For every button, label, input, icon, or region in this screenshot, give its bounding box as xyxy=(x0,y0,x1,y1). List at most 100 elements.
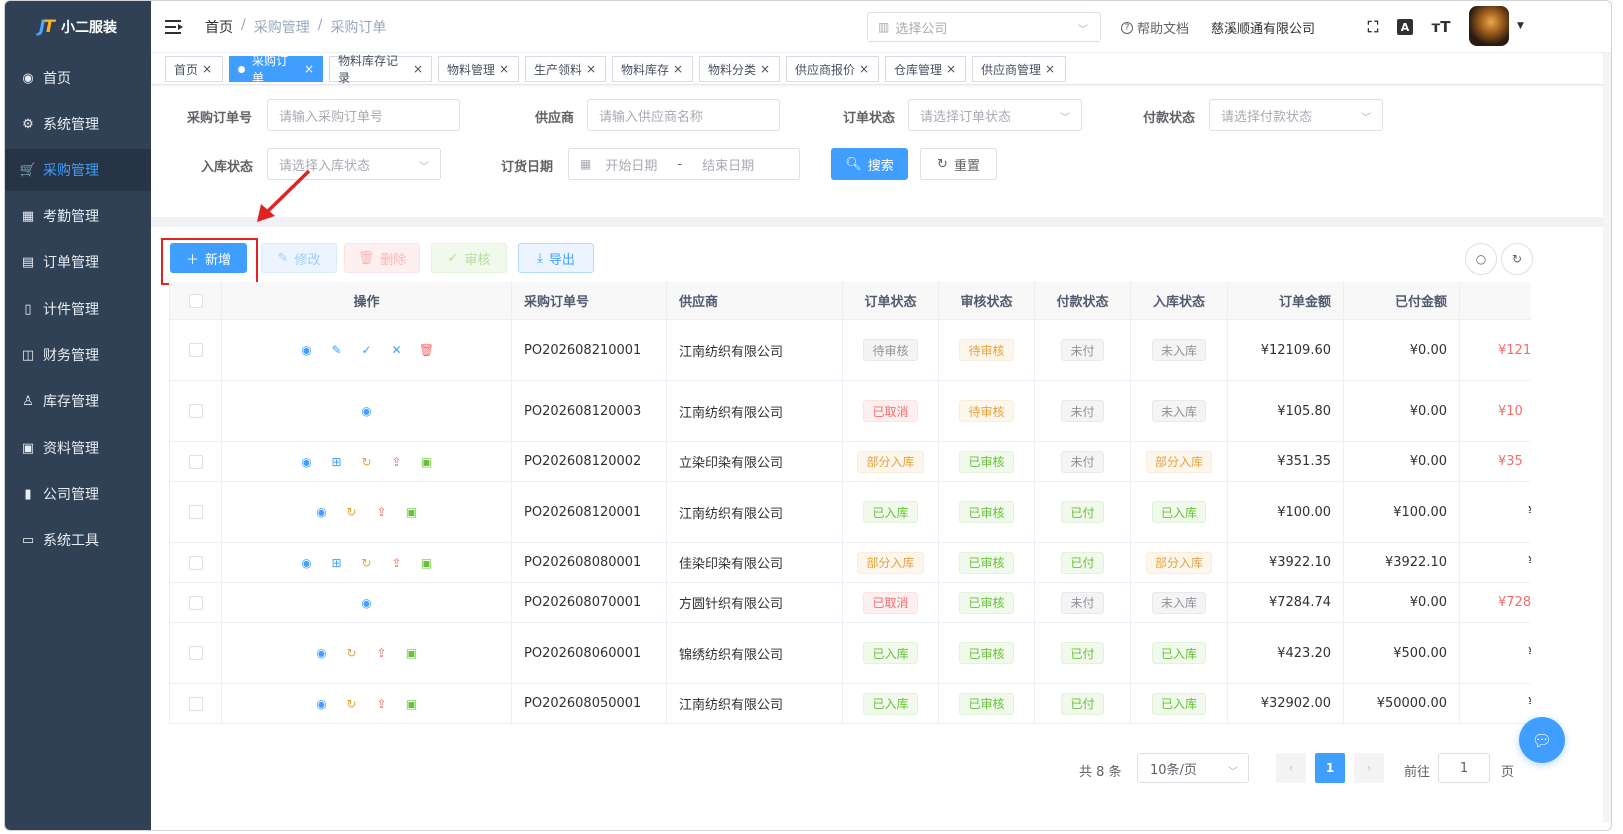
close-icon[interactable]: × xyxy=(413,62,423,76)
language-icon[interactable]: A xyxy=(1397,19,1413,35)
return-icon[interactable]: ↻ xyxy=(345,697,359,711)
delete-button[interactable]: 🗑︎ 删除 xyxy=(344,243,420,273)
sidebar-item-5[interactable]: ▯ 计件管理 xyxy=(5,288,151,330)
view-icon[interactable]: ◉ xyxy=(300,556,314,570)
order-status-select[interactable]: 请选择订单状态 ﹀ xyxy=(908,99,1082,131)
view-icon[interactable]: ◉ xyxy=(315,697,329,711)
return-icon[interactable]: ↻ xyxy=(360,556,374,570)
sidebar-item-2[interactable]: 🛒 采购管理 xyxy=(5,149,151,191)
audit-button[interactable]: ✓ 审核 xyxy=(431,243,507,273)
goto-page-input[interactable]: 1 xyxy=(1438,753,1490,783)
row-checkbox[interactable] xyxy=(188,454,203,469)
font-size-icon[interactable]: ᴛT xyxy=(1431,17,1451,37)
page-size-select[interactable]: 10条/页 ﹀ xyxy=(1137,753,1249,783)
view-icon[interactable]: ◉ xyxy=(360,596,374,610)
edit-icon[interactable]: ✎ xyxy=(330,343,344,357)
tag-9[interactable]: 供应商管理 × xyxy=(972,56,1066,82)
row-checkbox[interactable] xyxy=(188,404,203,418)
row-checkbox[interactable] xyxy=(188,595,203,610)
close-icon[interactable]: × xyxy=(304,62,314,76)
prev-page-button[interactable]: ‹ xyxy=(1276,753,1306,783)
table-row[interactable]: ◉ ⊞ ↻ ⇪ ▣ PO202608120002 立染印染有限公司 部分入库 已审核 未付 部分入库… xyxy=(170,442,1531,482)
tag-5[interactable]: 物料库存 × xyxy=(612,56,693,82)
reset-button[interactable]: ↻ 重置 xyxy=(920,148,997,180)
search-button[interactable]: 🔍︎ 搜索 xyxy=(831,148,908,180)
close-icon[interactable]: × xyxy=(202,62,212,76)
return-icon[interactable]: ↻ xyxy=(345,646,359,660)
sidebar-toggle-icon[interactable] xyxy=(165,19,183,35)
pay-status-select[interactable]: 请选择付款状态 ﹀ xyxy=(1209,99,1383,131)
company-select[interactable]: ▥ 选择公司 ﹀ xyxy=(867,12,1101,42)
sidebar-item-7[interactable]: ♙ 库存管理 xyxy=(5,380,151,422)
table-row[interactable]: ◉ ↻ ⇪ ▣ PO202608060001 锦绣纺织有限公司 已入库 已审核 已付 已入库 ¥42… xyxy=(170,623,1531,684)
refund-icon[interactable]: ⇪ xyxy=(375,697,389,711)
sidebar-item-1[interactable]: ⚙ 系统管理 xyxy=(5,103,151,145)
row-checkbox[interactable] xyxy=(188,505,203,519)
select-all-checkbox[interactable] xyxy=(188,293,203,308)
order-date-range[interactable]: ▦ 开始日期 - 结束日期 xyxy=(568,148,800,180)
view-icon[interactable]: ◉ xyxy=(315,646,329,660)
tag-0[interactable]: 首页 × xyxy=(165,56,223,82)
sidebar-item-8[interactable]: ▣ 资料管理 xyxy=(5,427,151,469)
close-icon[interactable]: × xyxy=(946,62,956,76)
export-button[interactable]: ⤓ 导出 xyxy=(518,243,594,273)
sidebar-item-0[interactable]: ◉ 首页 xyxy=(5,57,151,99)
view-icon[interactable]: ◉ xyxy=(315,505,329,519)
sidebar-item-4[interactable]: ▤ 订单管理 xyxy=(5,241,151,283)
approve-check-icon[interactable]: ✓ xyxy=(360,343,374,357)
refund-icon[interactable]: ⇪ xyxy=(390,455,404,469)
view-icon[interactable]: ◉ xyxy=(360,404,374,418)
table-row[interactable]: ◉ ⊞ ↻ ⇪ ▣ PO202608080001 佳染印染有限公司 部分入库 已审核 已付 部分入库… xyxy=(170,543,1531,583)
sidebar-item-9[interactable]: ▮ 公司管理 xyxy=(5,473,151,515)
tag-4[interactable]: 生产领料 × xyxy=(525,56,606,82)
tag-8[interactable]: 仓库管理 × xyxy=(885,56,966,82)
return-icon[interactable]: ↻ xyxy=(345,505,359,519)
table-row[interactable]: ◉ PO202608120003 江南纺织有限公司 已取消 待审核 未付 未入库 ¥105.8… xyxy=(170,381,1531,442)
payment-icon[interactable]: ▣ xyxy=(405,646,419,660)
stock-in-icon[interactable]: ⊞ xyxy=(330,556,344,570)
breadcrumb-purchase[interactable]: 采购管理 xyxy=(254,17,310,37)
close-icon[interactable]: × xyxy=(499,62,509,76)
cancel-x-icon[interactable]: ✕ xyxy=(390,343,404,357)
row-checkbox[interactable] xyxy=(188,696,203,711)
view-icon[interactable]: ◉ xyxy=(300,343,314,357)
stock-in-icon[interactable]: ⊞ xyxy=(330,455,344,469)
row-checkbox[interactable] xyxy=(188,646,203,660)
sidebar-item-3[interactable]: ▦ 考勤管理 xyxy=(5,195,151,237)
table-row[interactable]: ◉ PO202608070001 方圆针织有限公司 已取消 已审核 未付 未入库 ¥7284.… xyxy=(170,583,1531,623)
table-row[interactable]: ◉ ✎ ✓ ✕ 🗑︎ PO202608210001 江南纺织有限公司 待审核 待审核 未付 未入库 ¥… xyxy=(170,320,1531,381)
table-row[interactable]: ◉ ↻ ⇪ ▣ PO202608120001 江南纺织有限公司 已入库 已审核 已付 已入库 ¥10… xyxy=(170,482,1531,543)
caret-down-icon[interactable]: ▼ xyxy=(1517,21,1524,31)
close-icon[interactable]: × xyxy=(673,62,683,76)
refund-icon[interactable]: ⇪ xyxy=(375,646,389,660)
avatar[interactable] xyxy=(1469,6,1509,46)
refresh-button[interactable]: ↻ xyxy=(1501,243,1533,275)
sidebar-item-10[interactable]: ▭ 系统工具 xyxy=(5,519,151,561)
payment-icon[interactable]: ▣ xyxy=(420,556,434,570)
close-icon[interactable]: × xyxy=(1045,62,1055,76)
refund-icon[interactable]: ⇪ xyxy=(375,505,389,519)
order-no-input[interactable]: 请输入采购订单号 xyxy=(267,99,460,131)
help-link[interactable]: ? 帮助文档 xyxy=(1121,18,1189,37)
tag-3[interactable]: 物料管理 × xyxy=(438,56,519,82)
close-icon[interactable]: × xyxy=(760,62,770,76)
refund-icon[interactable]: ⇪ xyxy=(390,556,404,570)
tag-6[interactable]: 物料分类 × xyxy=(699,56,780,82)
payment-icon[interactable]: ▣ xyxy=(405,505,419,519)
return-icon[interactable]: ↻ xyxy=(360,455,374,469)
view-icon[interactable]: ◉ xyxy=(300,455,314,469)
close-icon[interactable]: × xyxy=(859,62,869,76)
page-1-button[interactable]: 1 xyxy=(1315,753,1345,783)
close-icon[interactable]: × xyxy=(586,62,596,76)
supplier-input[interactable]: 请输入供应商名称 xyxy=(587,99,780,131)
fullscreen-icon[interactable]: ⛶ xyxy=(1363,17,1383,37)
next-page-button[interactable]: › xyxy=(1354,753,1384,783)
tag-7[interactable]: 供应商报价 × xyxy=(786,56,879,82)
row-checkbox[interactable] xyxy=(188,343,203,357)
tag-2[interactable]: 物料库存记录 × xyxy=(329,54,432,85)
add-button[interactable]: ＋ 新增 xyxy=(170,243,247,273)
page-scrollbar[interactable] xyxy=(1603,53,1611,823)
chat-float-button[interactable]: 💬︎ xyxy=(1519,717,1565,763)
table-row[interactable]: ◉ ↻ ⇪ ▣ PO202608050001 江南纺织有限公司 已入库 已审核 已付 已入库 ¥32… xyxy=(170,684,1531,724)
payment-icon[interactable]: ▣ xyxy=(405,697,419,711)
